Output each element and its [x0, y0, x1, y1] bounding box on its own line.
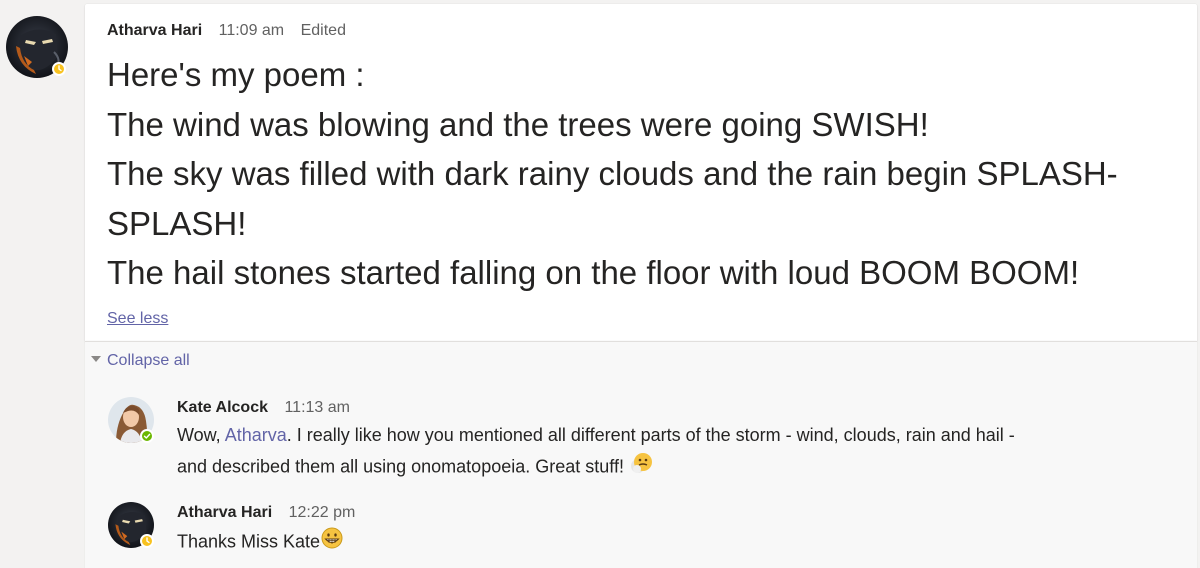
- reply-line: Wow, Atharva. I really like how you ment…: [177, 421, 1167, 450]
- poem-line: Here's my poem :: [107, 56, 365, 93]
- poem-line: The sky was filled with dark rainy cloud…: [107, 155, 1118, 192]
- teams-conversation: Atharva Hari 11:09 am Edited Here's my p…: [0, 0, 1200, 568]
- author-name[interactable]: Atharva Hari: [177, 504, 272, 521]
- message-card: Atharva Hari 11:09 am Edited Here's my p…: [85, 4, 1197, 341]
- atharva-avatar[interactable]: [6, 16, 68, 78]
- edited-label: Edited: [300, 22, 346, 39]
- collapse-all-button[interactable]: Collapse all: [91, 352, 190, 370]
- reply-header: Kate Alcock 11:13 am: [177, 399, 350, 417]
- see-less-link[interactable]: See less: [107, 310, 168, 328]
- reply-text: and described them all using onomatopoei…: [177, 456, 624, 477]
- poem-line: The hail stones started falling on the f…: [107, 254, 1080, 291]
- away-status-icon: [140, 534, 154, 548]
- poem-line: The wind was blowing and the trees were …: [107, 105, 929, 143]
- reply-text: . I really like how you mentioned all di…: [286, 425, 1015, 445]
- message-timestamp: 11:09 am: [218, 22, 285, 39]
- collapse-all-label: Collapse all: [107, 352, 190, 369]
- reply-line: and described them all using onomatopoei…: [177, 450, 1167, 485]
- available-status-icon: [140, 429, 154, 443]
- atharva-avatar[interactable]: [108, 502, 154, 548]
- message-timestamp: 12:22 pm: [288, 504, 356, 521]
- grinning-face-emoji: [320, 526, 344, 559]
- mention-link[interactable]: Atharva: [225, 425, 287, 445]
- reply-body: Wow, Atharva. I really like how you ment…: [177, 421, 1167, 485]
- reply-header: Atharva Hari 12:22 pm: [177, 504, 355, 522]
- replies-thread: Collapse all Kate Alcock 11:13 am Wow, A…: [85, 341, 1197, 568]
- thinking-face-emoji: [629, 450, 655, 485]
- reply-body: Thanks Miss Kate: [177, 526, 1167, 559]
- reply-line: Thanks Miss Kate: [177, 526, 1167, 559]
- reply-text: Wow,: [177, 425, 225, 445]
- message-timestamp: 11:13 am: [284, 399, 350, 416]
- message-header: Atharva Hari 11:09 am Edited: [107, 22, 346, 40]
- away-status-icon: [52, 62, 66, 76]
- author-name[interactable]: Kate Alcock: [177, 399, 268, 416]
- kate-avatar[interactable]: [108, 397, 154, 443]
- reply-text: Thanks Miss Kate: [177, 531, 321, 552]
- caret-down-icon: [91, 355, 101, 362]
- message-body: Here's my poem : The wind was blowing an…: [107, 50, 1187, 298]
- author-name[interactable]: Atharva Hari: [107, 22, 202, 39]
- poem-line: SPLASH!: [107, 204, 247, 242]
